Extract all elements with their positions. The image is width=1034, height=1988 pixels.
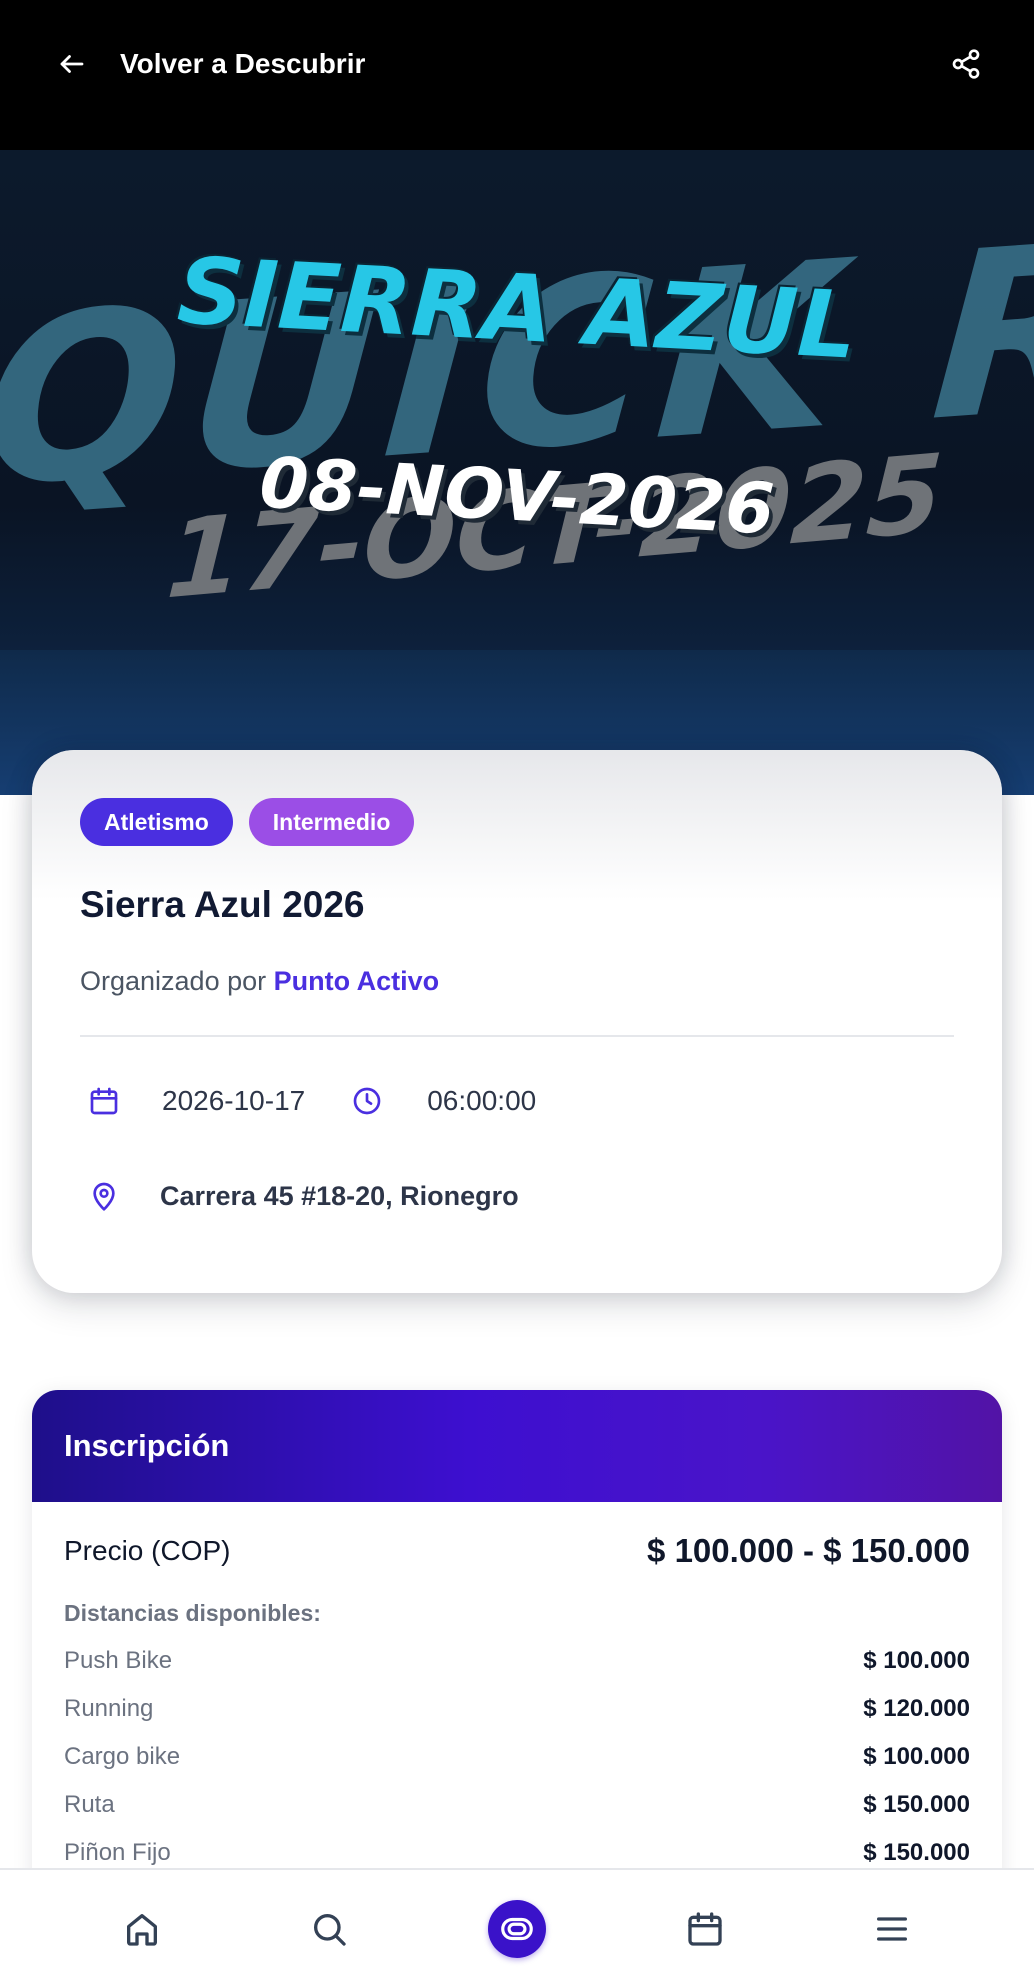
location-pin-icon: [84, 1176, 124, 1216]
clock-icon: [347, 1081, 387, 1121]
event-banner-image: QUICK RAC 17-OCT-2025 SIERRA AZUL 08-NOV…: [0, 150, 1034, 795]
event-address: Carrera 45 #18-20, Rionegro: [160, 1180, 519, 1211]
registration-header: Inscripción: [32, 1390, 1002, 1502]
distance-name: Cargo bike: [64, 1743, 181, 1770]
distance-item: Cargo bike $ 100.000: [64, 1733, 970, 1781]
tag-level: Intermedio: [248, 798, 415, 846]
distance-name: Push Bike: [64, 1647, 173, 1674]
distance-item: Running $ 120.000: [64, 1685, 970, 1733]
event-date: 2026-10-17: [162, 1085, 306, 1116]
calendar-icon: [84, 1081, 124, 1121]
distance-item: Push Bike $ 100.000: [64, 1637, 970, 1685]
distance-price: $ 150.000: [863, 1791, 970, 1818]
event-title: Sierra Azul 2026: [80, 884, 365, 925]
app-logo-button[interactable]: [481, 1893, 553, 1965]
distance-name: Running: [64, 1695, 154, 1722]
organizer-prefix: Organizado por: [80, 966, 267, 996]
price-range: $ 100.000 - $ 150.000: [647, 1532, 970, 1569]
calendar-icon[interactable]: [669, 1893, 741, 1965]
distance-price: $ 100.000: [863, 1743, 970, 1770]
search-icon[interactable]: [293, 1893, 365, 1965]
distances-heading: Distancias disponibles:: [64, 1600, 321, 1626]
top-bar: Volver a Descubrir: [0, 0, 1034, 150]
menu-icon[interactable]: [856, 1893, 928, 1965]
event-date-time: 2026-10-17 06:00:00: [80, 1081, 954, 1121]
bottom-nav: [0, 1868, 1034, 1988]
registration-title: Inscripción: [64, 1428, 230, 1463]
distance-name: Ruta: [64, 1791, 115, 1818]
distance-price: $ 120.000: [863, 1695, 970, 1722]
divider: [80, 1035, 954, 1037]
home-icon[interactable]: [106, 1893, 178, 1965]
event-time: 06:00:00: [427, 1085, 537, 1116]
event-location: Carrera 45 #18-20, Rionegro: [80, 1176, 954, 1216]
distance-price: $ 100.000: [863, 1647, 970, 1674]
distance-price: $ 150.000: [863, 1839, 970, 1866]
event-info-card: Atletismo Intermedio Sierra Azul 2026 Or…: [32, 750, 1002, 1293]
event-tags: Atletismo Intermedio: [80, 798, 954, 846]
organizer-link[interactable]: Punto Activo: [274, 966, 440, 996]
distances-list: Push Bike $ 100.000 Running $ 120.000 Ca…: [64, 1637, 970, 1877]
tag-sport: Atletismo: [80, 798, 233, 846]
distance-item: Ruta $ 150.000: [64, 1781, 970, 1829]
organizer-line: Organizado por Punto Activo: [80, 966, 954, 997]
price-row: Precio (COP) $ 100.000 - $ 150.000: [64, 1532, 970, 1570]
registration-body: Precio (COP) $ 100.000 - $ 150.000 Dista…: [32, 1502, 1002, 1877]
share-icon[interactable]: [942, 40, 990, 88]
distance-name: Piñon Fijo: [64, 1839, 171, 1866]
app-logo-icon: [487, 1900, 546, 1958]
back-to-discover-link[interactable]: Volver a Descubrir: [120, 48, 365, 80]
price-label: Precio (COP): [64, 1535, 231, 1566]
back-arrow-icon[interactable]: [48, 40, 96, 88]
